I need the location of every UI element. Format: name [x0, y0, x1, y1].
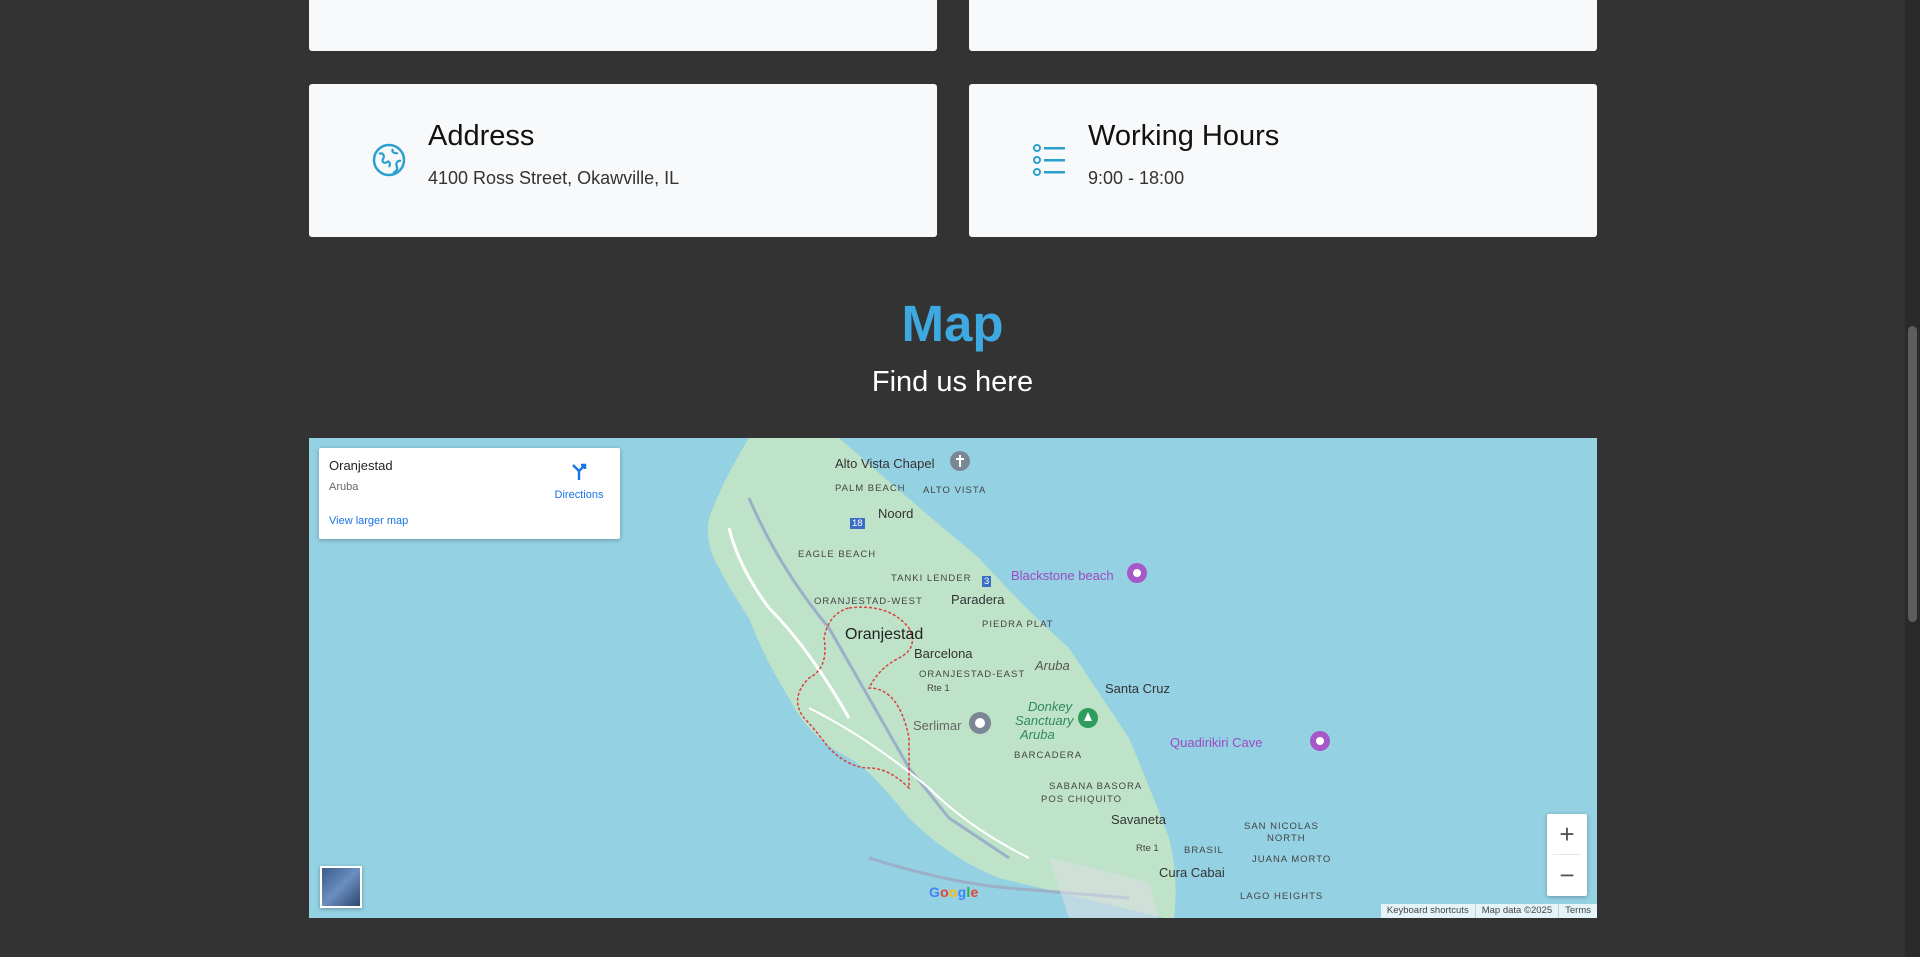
- directions-label: Directions: [554, 489, 604, 501]
- map-label: TANKI LENDER: [891, 573, 972, 584]
- zoom-controls: + −: [1547, 814, 1587, 896]
- map-label: Santa Cruz: [1105, 681, 1171, 696]
- working-hours-text: 9:00 - 18:00: [1088, 168, 1185, 188]
- map-label: Rte 1: [1136, 843, 1159, 854]
- keyboard-shortcuts-link[interactable]: Keyboard shortcuts: [1381, 904, 1475, 918]
- map-label: SAN NICOLAS: [1244, 821, 1319, 832]
- map-label: PALM BEACH: [835, 483, 906, 494]
- map-label: Noord: [878, 506, 914, 521]
- place-title: Oranjestad: [329, 458, 393, 473]
- working-hours-title: Working Hours: [1088, 120, 1280, 152]
- globe-icon: [372, 143, 406, 177]
- map-label: BARCADERA: [1014, 750, 1083, 761]
- satellite-layer-toggle[interactable]: [320, 866, 362, 908]
- map-label: BRASIL: [1184, 845, 1224, 856]
- working-hours-card: Working Hours 9:00 - 18:00: [969, 84, 1597, 237]
- location-pin-icon[interactable]: [968, 711, 992, 735]
- map-label: Paradera: [951, 592, 1005, 607]
- map-label: EAGLE BEACH: [798, 549, 877, 560]
- map-info-card: Oranjestad Aruba View larger map Directi…: [319, 448, 620, 539]
- view-larger-map-link[interactable]: View larger map: [329, 515, 408, 527]
- map-data-text: Map data ©2025: [1474, 904, 1558, 918]
- address-title: Address: [428, 120, 535, 152]
- zoom-out-button[interactable]: −: [1547, 855, 1587, 895]
- contact-card-partial: [969, 0, 1597, 51]
- map-label: Aruba: [1035, 658, 1070, 673]
- map-label: JUANA MORTO: [1252, 854, 1332, 865]
- google-logo: Google: [929, 884, 979, 900]
- park-label[interactable]: Sanctuary: [1015, 713, 1074, 728]
- map-label: ORANJESTAD-WEST: [814, 596, 923, 607]
- map-label: NORTH: [1267, 833, 1306, 844]
- contact-card-partial: [309, 0, 937, 51]
- map-section-subtitle: Find us here: [871, 366, 1034, 398]
- map-section-title: Map: [901, 295, 1004, 352]
- address-card: Address 4100 Ross Street, Okawville, IL: [309, 84, 937, 237]
- map-label: Barcelona: [914, 646, 973, 661]
- map-label: Rte 1: [927, 683, 950, 694]
- directions-icon: [572, 463, 587, 480]
- park-label[interactable]: Aruba: [1020, 727, 1055, 742]
- map-label: ORANJESTAD-EAST: [919, 669, 1026, 680]
- map-label: POS CHIQUITO: [1041, 794, 1122, 805]
- map-label: LAGO HEIGHTS: [1240, 891, 1324, 902]
- beach-pin-icon[interactable]: [1126, 562, 1148, 584]
- church-pin-icon[interactable]: [949, 450, 971, 472]
- map-attribution: Keyboard shortcuts Map data ©2025 Terms: [1380, 904, 1597, 918]
- list-icon: [1033, 144, 1065, 176]
- map-label: Savaneta: [1111, 812, 1166, 827]
- poi-label[interactable]: Quadirikiri Cave: [1170, 735, 1262, 750]
- scrollbar-thumb[interactable]: [1908, 326, 1917, 622]
- map-label: PIEDRA PLAT: [982, 619, 1054, 630]
- map-label: SABANA BASORA: [1049, 781, 1143, 792]
- directions-button[interactable]: Directions: [547, 460, 611, 501]
- address-text: 4100 Ross Street, Okawville, IL: [428, 168, 680, 188]
- zoom-in-button[interactable]: +: [1547, 814, 1587, 854]
- cave-pin-icon[interactable]: [1309, 730, 1331, 752]
- poi-label[interactable]: Blackstone beach: [1011, 568, 1114, 583]
- map-label: Oranjestad: [845, 626, 924, 643]
- map-label: Alto Vista Chapel: [835, 456, 935, 471]
- map-label: ALTO VISTA: [923, 485, 987, 496]
- map-label: Serlimar: [913, 718, 962, 733]
- park-pin-icon[interactable]: [1077, 707, 1099, 729]
- map-label: Cura Cabai: [1159, 865, 1225, 880]
- place-subtitle: Aruba: [329, 481, 359, 493]
- route-shield: 18: [850, 518, 865, 529]
- embedded-map[interactable]: Alto Vista Chapel PALM BEACH ALTO VISTA …: [309, 438, 1597, 918]
- route-shield: 3: [982, 576, 992, 587]
- terms-link[interactable]: Terms: [1558, 904, 1597, 918]
- page-scrollbar[interactable]: [1905, 0, 1920, 957]
- park-label[interactable]: Donkey: [1028, 699, 1072, 714]
